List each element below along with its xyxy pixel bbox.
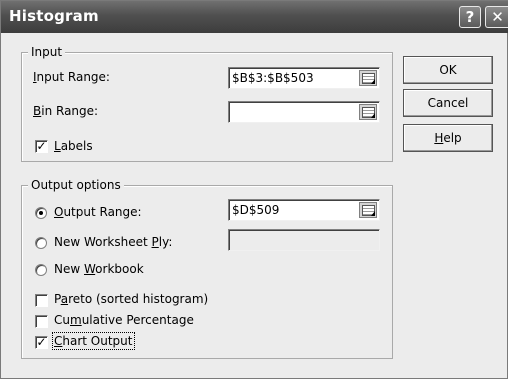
labels-checkbox-label[interactable]: Labels	[54, 139, 93, 153]
pareto-checkbox[interactable]	[35, 294, 48, 307]
new-workbook-label[interactable]: New Workbook	[54, 262, 144, 276]
output-range-value: $D$509	[232, 203, 280, 217]
question-mark-icon: ?	[465, 8, 475, 26]
chart-output-label[interactable]: Chart Output	[52, 332, 135, 350]
input-group-legend: Input	[28, 45, 66, 59]
ok-button[interactable]: OK	[403, 56, 493, 84]
title-bar[interactable]: Histogram ? ✕	[1, 1, 508, 33]
new-workbook-radio[interactable]	[35, 264, 47, 276]
dialog-title: Histogram	[9, 7, 99, 25]
input-range-field[interactable]: $B$3:$B$503	[228, 67, 380, 89]
close-icon: ✕	[491, 8, 504, 26]
bin-range-field[interactable]	[228, 101, 380, 123]
input-range-ref-button[interactable]	[359, 70, 377, 86]
input-range-label: Input Range:	[33, 70, 110, 84]
check-icon: ✓	[36, 139, 47, 153]
new-worksheet-ply-label[interactable]: New Worksheet Ply:	[54, 235, 172, 249]
check-icon: ✓	[36, 335, 47, 349]
histogram-dialog: Histogram ? ✕ Input Input Range: $B$3:$B…	[0, 0, 508, 379]
bin-range-label: Bin Range:	[33, 104, 99, 118]
output-options-legend: Output options	[28, 178, 124, 192]
cumulative-percentage-label[interactable]: Cumulative Percentage	[54, 313, 194, 327]
arrow-icon	[371, 211, 375, 216]
labels-checkbox[interactable]: ✓	[35, 140, 48, 153]
title-help-button[interactable]: ?	[459, 6, 481, 28]
output-range-field[interactable]: $D$509	[228, 199, 380, 221]
bin-range-ref-button[interactable]	[359, 104, 377, 120]
close-button[interactable]: ✕	[485, 6, 508, 28]
new-worksheet-ply-radio[interactable]	[35, 237, 47, 249]
pareto-label[interactable]: Pareto (sorted histogram)	[54, 292, 208, 306]
chart-output-checkbox[interactable]: ✓	[35, 336, 48, 349]
help-button[interactable]: Help	[403, 124, 493, 152]
new-worksheet-ply-field[interactable]	[228, 229, 380, 251]
output-range-ref-button[interactable]	[359, 202, 377, 218]
arrow-icon	[371, 113, 375, 118]
output-range-label[interactable]: Output Range:	[54, 205, 142, 219]
output-range-radio[interactable]	[35, 207, 47, 219]
cumulative-percentage-checkbox[interactable]	[35, 315, 48, 328]
input-range-value: $B$3:$B$503	[232, 71, 314, 85]
arrow-icon	[371, 79, 375, 84]
cancel-button[interactable]: Cancel	[403, 89, 493, 117]
